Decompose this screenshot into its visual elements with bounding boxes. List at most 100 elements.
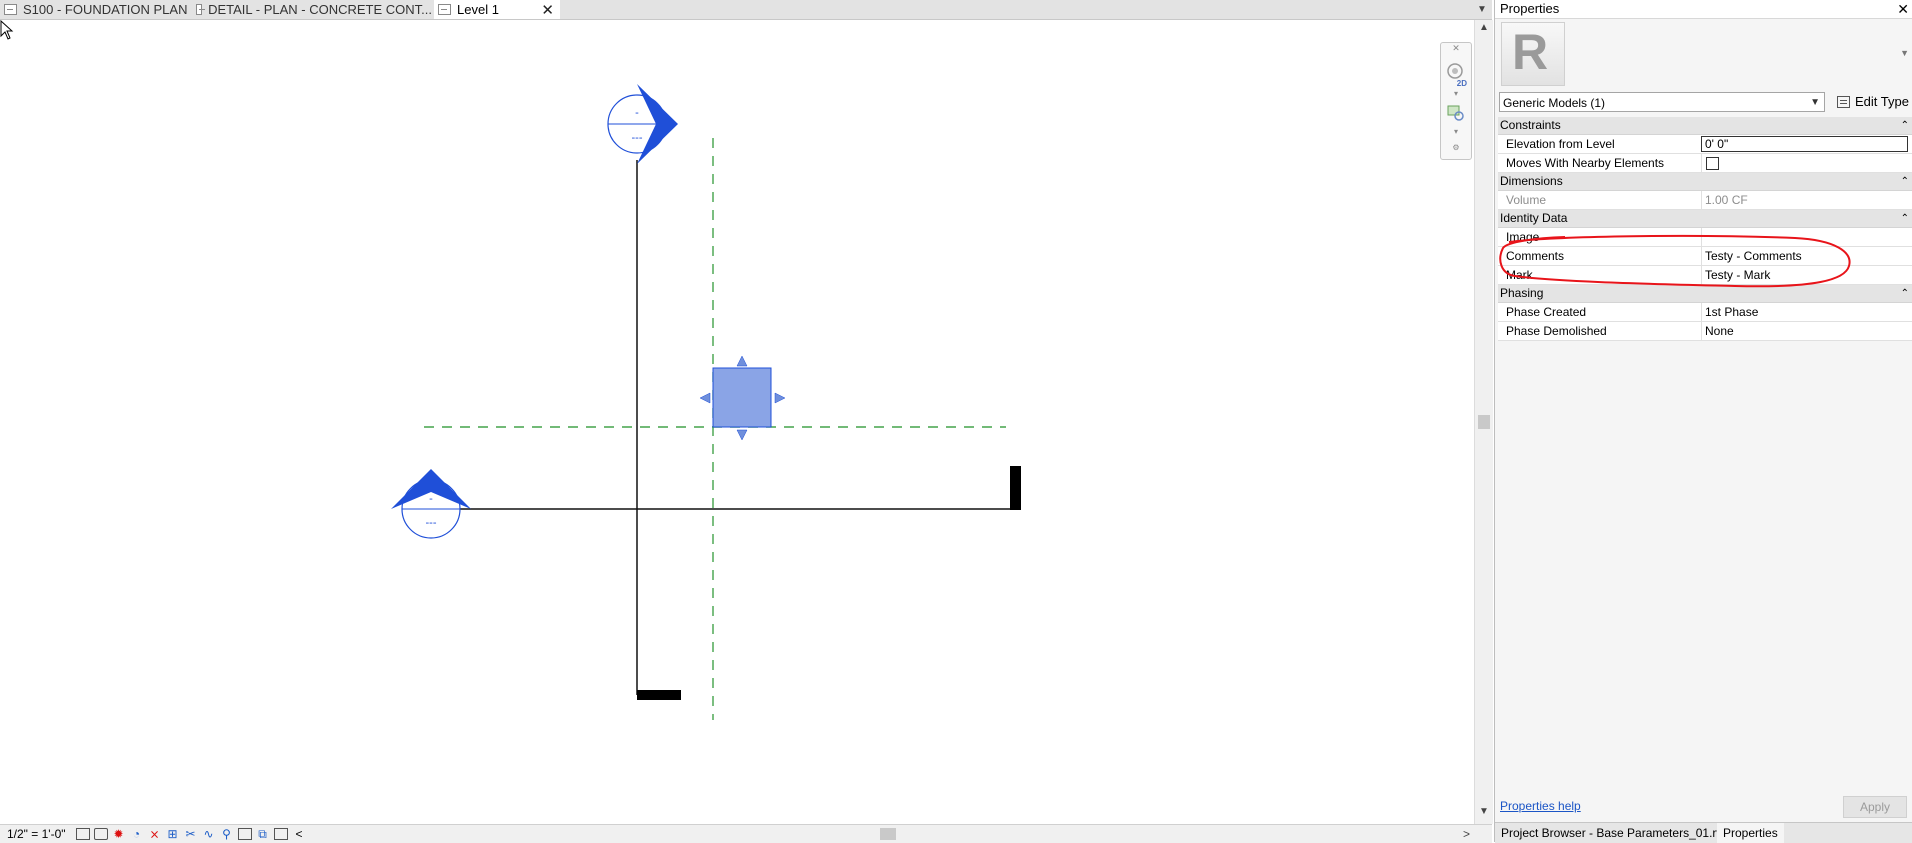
property-row-moves-with-nearby[interactable]: Moves With Nearby Elements bbox=[1498, 154, 1912, 173]
group-identity-data[interactable]: Identity Data ⌃ bbox=[1498, 210, 1912, 228]
view-control-bar: 1/2" = 1'-0" ✹ ◔ ⨯ ⊞ ✂ ∿ ⚲ ⧉ < > bbox=[0, 824, 1492, 843]
edit-type-button[interactable]: Edit Type bbox=[1837, 92, 1909, 112]
show-crop-icon[interactable]: ⊞ bbox=[166, 828, 180, 840]
property-name: Phase Demolished bbox=[1506, 324, 1607, 338]
shape-handle-left bbox=[699, 392, 711, 404]
tab-label: DETAIL - PLAN - CONCRETE CONT... bbox=[208, 2, 432, 17]
palette-tab-strip: Project Browser - Base Parameters_01.rvt… bbox=[1495, 822, 1912, 843]
property-row-phase-demolished[interactable]: Phase Demolished None bbox=[1498, 322, 1912, 341]
elevation-marker-left: - --- bbox=[391, 469, 471, 539]
plan-view-icon bbox=[4, 4, 17, 15]
property-name: Elevation from Level bbox=[1506, 137, 1615, 151]
scroll-right-icon[interactable]: > bbox=[1463, 825, 1470, 843]
tab-s100-foundation-plan[interactable]: S100 - FOUNDATION PLAN bbox=[0, 0, 190, 19]
group-label: Identity Data bbox=[1500, 211, 1568, 225]
type-selector-value: Generic Models (1) bbox=[1503, 96, 1606, 110]
elevation-marker-label: --- bbox=[426, 517, 437, 529]
property-name: Moves With Nearby Elements bbox=[1506, 156, 1665, 170]
collapse-icon[interactable]: ⌃ bbox=[1901, 173, 1909, 190]
scroll-left-icon[interactable]: < bbox=[296, 827, 303, 841]
tab-label: Level 1 bbox=[457, 2, 499, 17]
collapse-icon[interactable]: ⌃ bbox=[1901, 210, 1909, 227]
drawing-canvas[interactable]: - --- - --- ✕ 2D ▾ ▾ ⚙ bbox=[0, 20, 1474, 824]
horizontal-scrollbar[interactable]: > bbox=[305, 825, 1470, 843]
view-scale[interactable]: 1/2" = 1'-0" bbox=[7, 827, 66, 841]
temporary-hide-icon[interactable]: ✂ bbox=[184, 828, 198, 840]
collapse-icon[interactable]: ⌃ bbox=[1901, 285, 1909, 302]
tab-label: S100 - FOUNDATION PLAN bbox=[23, 2, 188, 17]
shape-handle-up bbox=[736, 355, 748, 367]
group-label: Constraints bbox=[1500, 118, 1561, 132]
property-row-elevation-from-level[interactable]: Elevation from Level 0' 0" bbox=[1498, 135, 1912, 154]
scroll-thumb[interactable] bbox=[1478, 415, 1490, 429]
type-selector-dropdown[interactable]: Generic Models (1) ▼ bbox=[1499, 92, 1825, 112]
shadows-icon[interactable]: ◔ bbox=[130, 828, 144, 840]
close-icon[interactable]: ✕ bbox=[1897, 0, 1909, 18]
tab-project-browser[interactable]: Project Browser - Base Parameters_01.rvt bbox=[1495, 823, 1732, 843]
properties-help-link[interactable]: Properties help bbox=[1500, 799, 1581, 813]
property-value-cell bbox=[1701, 154, 1912, 172]
plan-view-drawing[interactable]: - --- - --- bbox=[0, 20, 1474, 824]
group-label: Dimensions bbox=[1500, 174, 1563, 188]
shape-handle-down bbox=[736, 429, 748, 441]
visual-style-icon[interactable] bbox=[93, 828, 108, 840]
properties-title: Properties bbox=[1500, 1, 1560, 16]
sun-path-icon[interactable]: ✹ bbox=[112, 828, 126, 840]
scroll-thumb[interactable] bbox=[880, 828, 896, 840]
tab-list-dropdown[interactable]: ▼ bbox=[1472, 0, 1492, 19]
edit-type-icon bbox=[1837, 96, 1850, 108]
chevron-down-icon[interactable]: ▼ bbox=[1900, 48, 1909, 58]
tab-properties[interactable]: Properties bbox=[1717, 823, 1784, 843]
worksharing-icon[interactable] bbox=[273, 828, 288, 840]
plan-view-icon bbox=[438, 4, 451, 15]
line-end-block-bottom bbox=[637, 690, 681, 700]
chevron-down-icon[interactable]: ▾ bbox=[1445, 89, 1467, 98]
moves-with-nearby-checkbox[interactable] bbox=[1706, 157, 1719, 170]
elevation-from-level-input[interactable]: 0' 0" bbox=[1701, 136, 1908, 152]
collapse-icon[interactable]: ⌃ bbox=[1901, 117, 1909, 134]
revit-logo-icon: R bbox=[1512, 24, 1549, 80]
highlight-displacement-icon[interactable]: ⧉ bbox=[256, 828, 270, 840]
elevation-marker-top: - --- bbox=[607, 84, 678, 164]
plan-view-icon bbox=[196, 4, 206, 15]
analytical-model-icon[interactable] bbox=[237, 828, 252, 840]
property-name: Volume bbox=[1506, 193, 1547, 207]
apply-button[interactable]: Apply bbox=[1843, 796, 1907, 818]
close-icon[interactable]: ✕ bbox=[541, 1, 554, 19]
navigation-bar: ✕ 2D ▾ ▾ ⚙ bbox=[1440, 42, 1472, 160]
instance-properties-table: Constraints ⌃ Elevation from Level 0' 0"… bbox=[1498, 117, 1912, 341]
line-end-block-right bbox=[1010, 466, 1021, 510]
close-icon[interactable]: ✕ bbox=[1445, 43, 1467, 54]
type-thumbnail: R bbox=[1501, 22, 1565, 86]
group-dimensions[interactable]: Dimensions ⌃ bbox=[1498, 173, 1912, 191]
properties-title-bar: Properties ✕ bbox=[1495, 0, 1912, 19]
property-name: Phase Created bbox=[1506, 305, 1587, 319]
crop-view-icon[interactable]: ⨯ bbox=[148, 828, 162, 840]
volume-value: 1.00 CF bbox=[1701, 191, 1912, 209]
phase-demolished-value[interactable]: None bbox=[1701, 322, 1912, 340]
view-tab-bar: S100 - FOUNDATION PLAN DETAIL - PLAN - C… bbox=[0, 0, 1492, 20]
tab-level-1[interactable]: Level 1 ✕ bbox=[434, 0, 560, 19]
phase-created-value[interactable]: 1st Phase bbox=[1701, 303, 1912, 321]
property-row-phase-created[interactable]: Phase Created 1st Phase bbox=[1498, 303, 1912, 322]
properties-palette: Properties ✕ R ▼ Generic Models (1) ▼ Ed… bbox=[1494, 0, 1912, 843]
elevation-marker-label: - bbox=[635, 107, 639, 119]
shape-handle-right bbox=[774, 392, 786, 404]
mouse-cursor-icon bbox=[0, 20, 14, 40]
navbar-options-icon[interactable]: ⚙ bbox=[1445, 143, 1467, 152]
vertical-scrollbar[interactable]: ▲ ▼ bbox=[1474, 20, 1493, 824]
reveal-hidden-icon[interactable]: ∿ bbox=[202, 828, 216, 840]
edit-type-label: Edit Type bbox=[1855, 94, 1909, 109]
red-annotation-ellipse bbox=[1499, 234, 1851, 288]
scroll-up-icon[interactable]: ▲ bbox=[1475, 22, 1493, 33]
elevation-marker-label: - bbox=[429, 493, 433, 505]
group-constraints[interactable]: Constraints ⌃ bbox=[1498, 117, 1912, 135]
property-row-volume[interactable]: Volume 1.00 CF bbox=[1498, 191, 1912, 210]
tab-detail-plan-concrete[interactable]: DETAIL - PLAN - CONCRETE CONT... bbox=[192, 0, 432, 19]
chevron-down-icon: ▼ bbox=[1810, 97, 1820, 108]
chevron-down-icon[interactable]: ▾ bbox=[1445, 127, 1467, 136]
lock-3d-icon[interactable]: ⚲ bbox=[220, 828, 234, 840]
detail-level-icon[interactable] bbox=[75, 828, 90, 840]
elevation-marker-label: --- bbox=[632, 132, 643, 144]
scroll-down-icon[interactable]: ▼ bbox=[1475, 806, 1493, 817]
